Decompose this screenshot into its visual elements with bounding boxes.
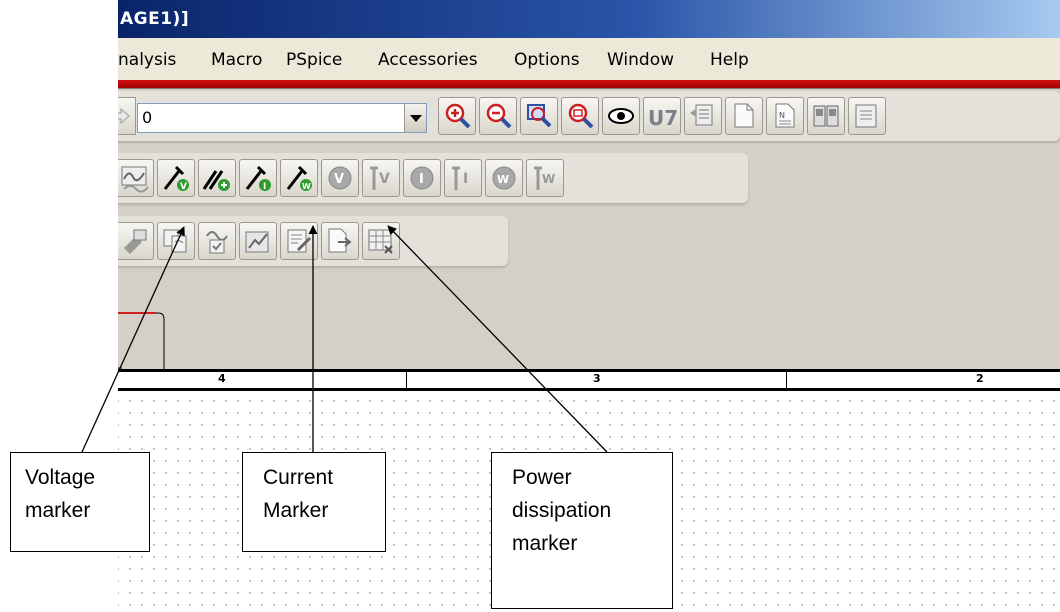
callout-line: Power — [512, 466, 572, 489]
callout-line: dissipation — [512, 499, 612, 522]
power-marker-arrow — [387, 225, 608, 453]
callout-line: Current — [263, 466, 334, 489]
power-dissipation-marker-callout: Power dissipation marker — [491, 452, 673, 609]
callout-line: Marker — [263, 499, 329, 522]
callout-line: Voltage — [25, 466, 96, 489]
callout-line: marker — [512, 532, 578, 555]
current-marker-callout: Current Marker — [242, 452, 386, 552]
voltage-marker-callout: Voltage marker — [10, 452, 150, 552]
voltage-marker-arrow — [81, 226, 185, 453]
callout-line: marker — [25, 499, 91, 522]
